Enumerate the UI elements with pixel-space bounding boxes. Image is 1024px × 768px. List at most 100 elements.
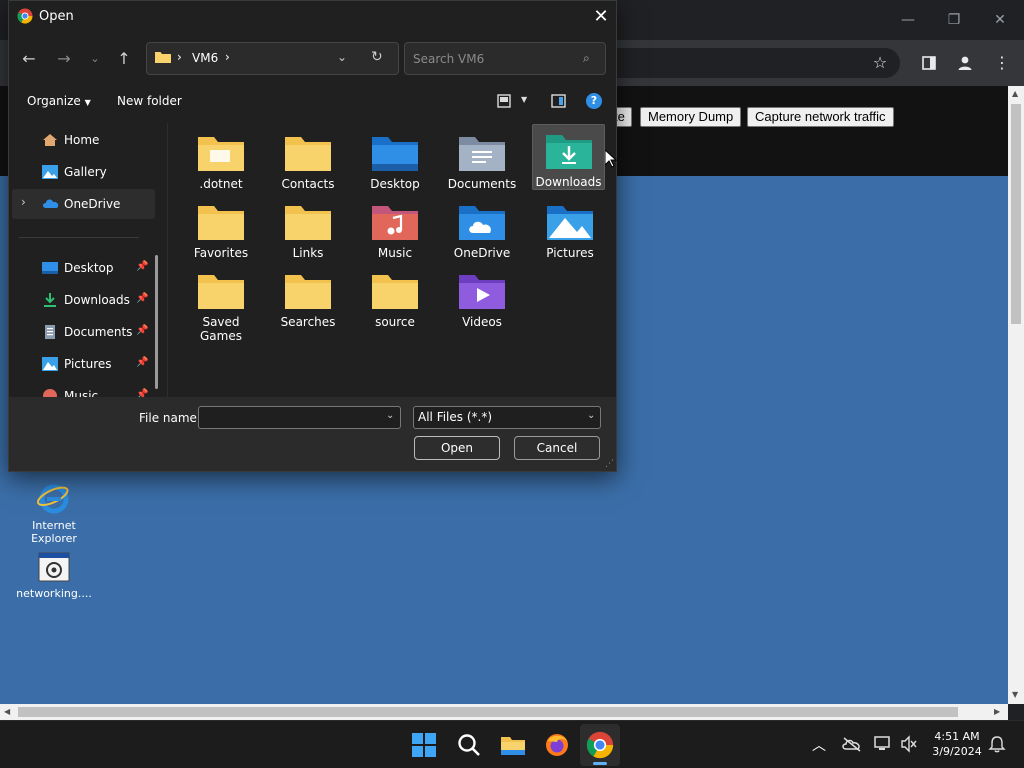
refresh-icon[interactable]: ↻ [371, 49, 383, 65]
scroll-left-icon[interactable]: ◀ [4, 707, 10, 716]
search-icon[interactable] [455, 731, 483, 759]
clock-time: 4:51 AM [934, 730, 980, 743]
show-hidden-icons-chevron-icon[interactable]: ︿ [812, 735, 826, 755]
help-icon[interactable]: ? [586, 93, 602, 109]
pin-icon[interactable]: 📌 [136, 325, 148, 336]
file-item-saved-games[interactable]: Saved Games [183, 265, 259, 343]
file-item-contacts[interactable]: Contacts [270, 127, 346, 191]
system-clock[interactable]: 4:51 AM 3/9/2024 [924, 729, 990, 759]
breadcrumb-separator-icon: › [177, 50, 182, 64]
up-arrow-icon[interactable]: ↑ [112, 47, 136, 71]
forward-arrow-icon[interactable]: → [52, 47, 76, 71]
nav-item-desktop[interactable]: Desktop 📌 [12, 253, 148, 283]
new-folder-button[interactable]: New folder [117, 94, 182, 108]
navigation-pane: Home Gallery › OneDrive Desktop 📌 Downlo… [9, 123, 167, 397]
desktop-icon-networking[interactable]: networking.... [14, 550, 94, 600]
chrome-taskbar-button[interactable] [580, 724, 620, 766]
pin-icon[interactable]: 📌 [136, 261, 148, 272]
cancel-button[interactable]: Cancel [514, 436, 600, 460]
view-options-icon[interactable] [497, 94, 511, 111]
nav-item-pictures[interactable]: Pictures 📌 [12, 349, 148, 379]
dialog-search-input[interactable]: Search VM6 ⌕ [404, 42, 606, 75]
file-item-source[interactable]: source [357, 265, 433, 329]
pin-icon[interactable]: 📌 [136, 389, 148, 397]
folder-icon [372, 273, 418, 311]
nav-item-onedrive[interactable]: › OneDrive [12, 189, 155, 219]
file-type-select[interactable]: All Files (*.*) ⌄ [413, 406, 601, 429]
dialog-close-icon[interactable]: ✕ [589, 5, 613, 29]
open-button[interactable]: Open [414, 436, 500, 460]
mouse-cursor-icon [604, 148, 618, 171]
view-dropdown-icon[interactable]: ▼ [521, 95, 527, 104]
horizontal-scroll-thumb[interactable] [18, 707, 958, 717]
expand-chevron-icon[interactable]: › [21, 195, 26, 209]
onedrive-offline-icon[interactable] [842, 736, 862, 755]
resize-grip-icon[interactable]: ⋰ [605, 459, 614, 469]
vertical-scrollbar[interactable]: ▲ ▼ [1008, 86, 1024, 704]
file-name-input[interactable] [198, 406, 401, 429]
file-item-searches[interactable]: Searches [270, 265, 346, 329]
chrome-menu-icon[interactable]: ⋮ [991, 52, 1013, 74]
memory-dump-button[interactable]: Memory Dump [640, 107, 742, 127]
file-name-dropdown-icon[interactable]: ⌄ [386, 410, 394, 421]
scroll-down-icon[interactable]: ▼ [1012, 690, 1018, 699]
scroll-right-icon[interactable]: ▶ [994, 707, 1000, 716]
organize-button[interactable]: Organize ▼ [27, 94, 91, 108]
side-panel-icon[interactable] [918, 52, 940, 74]
clock-date: 3/9/2024 [932, 745, 982, 758]
file-item-label: Contacts [281, 177, 335, 191]
file-item-videos[interactable]: Videos [444, 265, 520, 329]
downloads-icon [42, 293, 58, 307]
windows-start-icon[interactable] [410, 731, 438, 759]
vertical-scroll-thumb[interactable] [1011, 104, 1021, 324]
file-item-label: Pictures [546, 246, 594, 260]
bookmark-star-icon[interactable]: ☆ [869, 52, 891, 74]
file-item-links[interactable]: Links [270, 196, 346, 260]
profile-icon[interactable] [954, 52, 976, 74]
minimize-icon[interactable]: — [894, 8, 922, 32]
preview-pane-icon[interactable] [551, 94, 566, 111]
videos-folder-icon [459, 273, 505, 311]
close-window-icon[interactable]: ✕ [986, 8, 1014, 32]
address-bar[interactable] [600, 48, 900, 78]
network-icon[interactable] [874, 735, 892, 756]
address-dropdown-icon[interactable]: ⌄ [337, 50, 347, 64]
nav-item-music[interactable]: Music 📌 [12, 381, 148, 397]
restore-icon[interactable]: ❐ [940, 8, 968, 32]
file-explorer-icon[interactable] [499, 731, 527, 759]
nav-item-home[interactable]: Home [12, 125, 148, 155]
firefox-icon[interactable] [543, 731, 571, 759]
file-item-desktop[interactable]: Desktop [357, 127, 433, 191]
nav-item-gallery[interactable]: Gallery [12, 157, 148, 187]
file-item-documents[interactable]: Documents [444, 127, 520, 191]
file-item-favorites[interactable]: Favorites [183, 196, 259, 260]
file-item-onedrive[interactable]: OneDrive [444, 196, 520, 260]
nav-item-downloads[interactable]: Downloads 📌 [12, 285, 148, 315]
pin-icon[interactable]: 📌 [136, 357, 148, 368]
volume-muted-icon[interactable] [900, 735, 918, 756]
recent-locations-chevron-icon[interactable]: ⌄ [83, 47, 107, 71]
capture-network-traffic-button[interactable]: Capture network traffic [747, 107, 894, 127]
dialog-address-bar[interactable]: › VM6 › ⌄ ↻ [146, 42, 399, 75]
chevron-down-icon: ▼ [84, 98, 91, 107]
scroll-up-icon[interactable]: ▲ [1012, 89, 1018, 98]
notification-bell-icon[interactable] [988, 735, 1006, 756]
file-item-dotnet[interactable]: .dotnet [183, 127, 259, 191]
file-item-downloads-selected[interactable]: Downloads [532, 124, 605, 190]
horizontal-scrollbar[interactable]: ◀ ▶ [0, 704, 1008, 720]
breadcrumb-vm6[interactable]: VM6 [192, 51, 218, 65]
file-item-pictures[interactable]: Pictures [532, 196, 608, 260]
nav-item-documents[interactable]: Documents 📌 [12, 317, 148, 347]
nav-pane-scrollbar[interactable] [155, 255, 158, 389]
breadcrumb-chevron-icon[interactable]: › [225, 50, 230, 64]
pin-icon[interactable]: 📌 [136, 293, 148, 304]
file-item-music[interactable]: Music [357, 196, 433, 260]
pictures-folder-icon [547, 204, 593, 242]
nav-item-label: Gallery [64, 165, 107, 179]
desktop-icon-internet-explorer[interactable]: Internet Explorer [14, 482, 94, 545]
internet-explorer-icon [37, 482, 71, 516]
onedrive-icon [42, 197, 59, 211]
file-item-label: Music [377, 246, 413, 260]
nav-item-label: Home [64, 133, 100, 147]
back-arrow-icon[interactable]: ← [17, 47, 41, 71]
